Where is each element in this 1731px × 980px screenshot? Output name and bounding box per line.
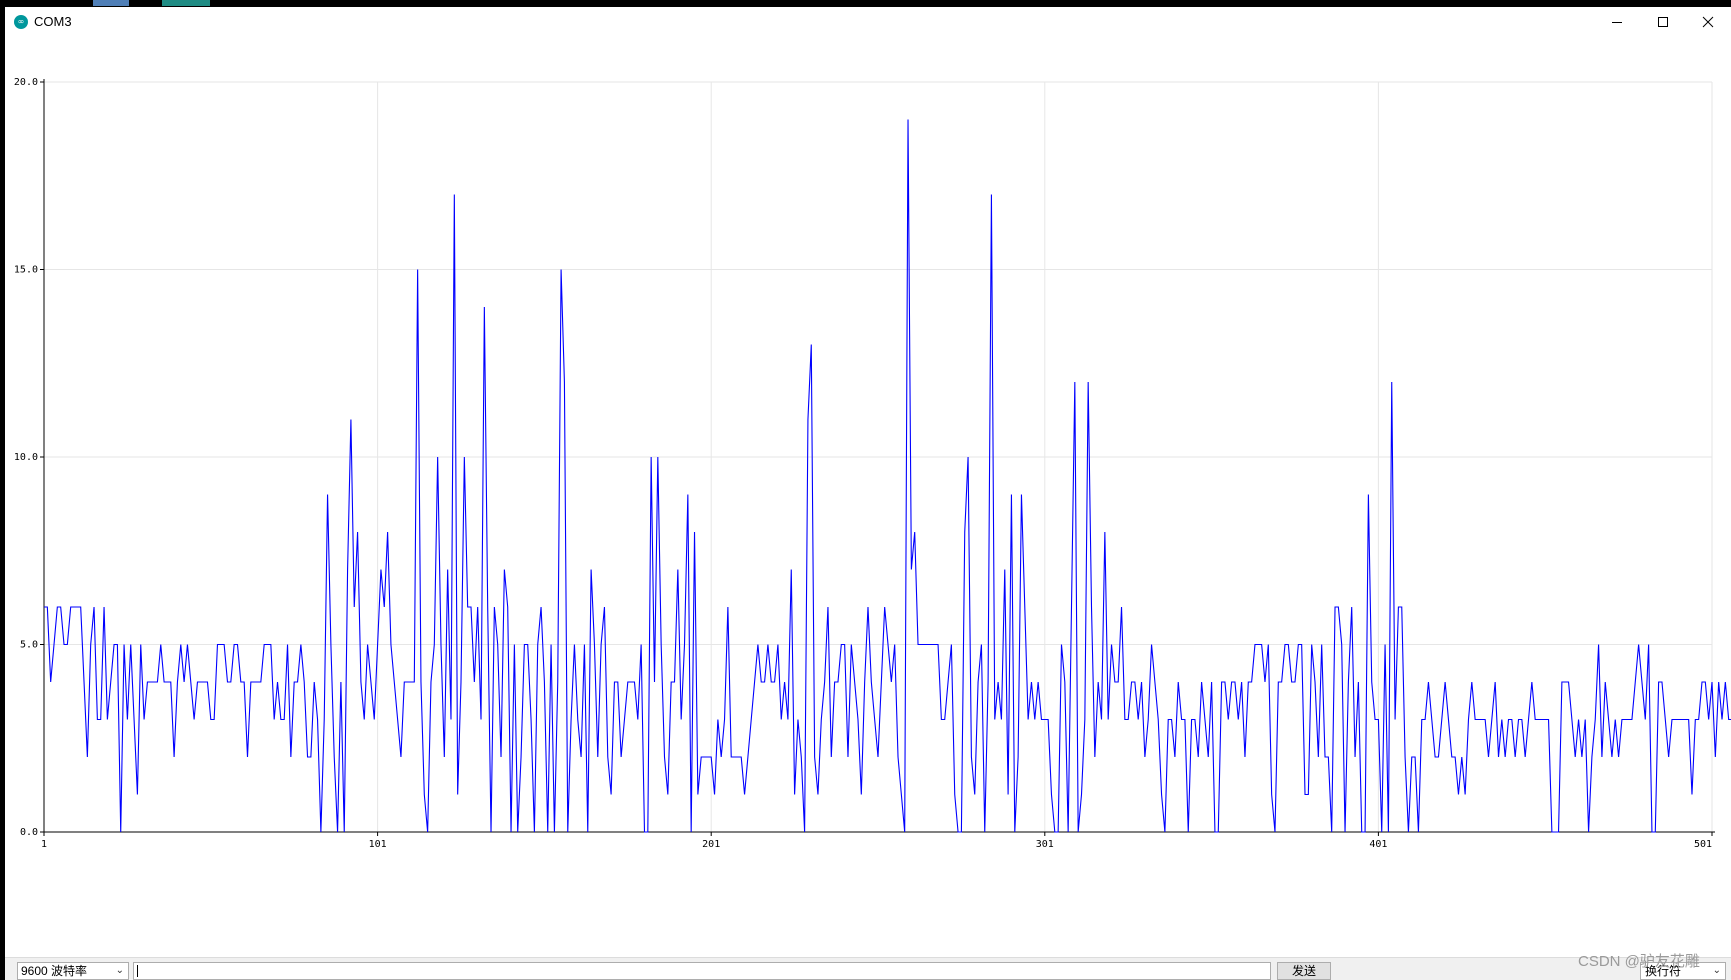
send-button[interactable]: 发送: [1277, 962, 1331, 980]
taskbar-app-thumbnail[interactable]: [93, 0, 129, 6]
send-input[interactable]: [133, 962, 1271, 980]
plot-area: 0.0 5.0 10.0 15.0 20.0 1 101 201 301 401 501: [5, 37, 1731, 957]
arduino-app-icon: ∞: [14, 15, 28, 29]
window-title: COM3: [34, 14, 72, 29]
baud-rate-select[interactable]: 9600 波特率 ⌄: [17, 962, 129, 980]
x-tick-label: 101: [369, 839, 387, 850]
x-tick-label: 501: [1694, 839, 1712, 850]
x-tick-label: 301: [1036, 839, 1054, 850]
taskbar-app-thumbnail[interactable]: [162, 0, 210, 6]
close-icon: [1702, 16, 1714, 28]
chevron-down-icon: ⌄: [1712, 965, 1721, 976]
series-line: [44, 119, 1731, 833]
title-bar[interactable]: ∞ COM3: [5, 7, 1731, 37]
maximize-button[interactable]: [1640, 7, 1686, 37]
close-button[interactable]: [1685, 7, 1731, 37]
bottom-toolbar: 9600 波特率 ⌄ 发送 换行符 ⌄: [5, 957, 1731, 980]
minimize-button[interactable]: [1594, 7, 1640, 37]
serial-plot-chart: 0.0 5.0 10.0 15.0 20.0 1 101 201 301 401 501: [14, 77, 1731, 850]
x-tick-label: 201: [702, 839, 720, 850]
minimize-icon: [1612, 22, 1622, 23]
x-tick-label: 1: [41, 839, 47, 850]
y-tick-label: 5.0: [20, 640, 38, 651]
y-tick-label: 10.0: [14, 452, 38, 463]
y-tick-label: 20.0: [14, 77, 38, 88]
watermark: CSDN @驴友花雕: [1578, 953, 1700, 970]
y-tick-label: 15.0: [14, 265, 38, 276]
baud-rate-value: 9600 波特率: [21, 964, 88, 978]
serial-plotter-window: ∞ COM3 0.0 5.0 10.0 15.0 20.0 1 101 201 301 401 50…: [5, 7, 1731, 980]
taskbar-strip: [0, 0, 1731, 7]
text-caret: [137, 965, 138, 977]
chevron-down-icon: ⌄: [115, 965, 124, 976]
y-tick-label: 0.0: [20, 827, 38, 838]
maximize-icon: [1658, 17, 1668, 27]
x-tick-label: 401: [1369, 839, 1387, 850]
